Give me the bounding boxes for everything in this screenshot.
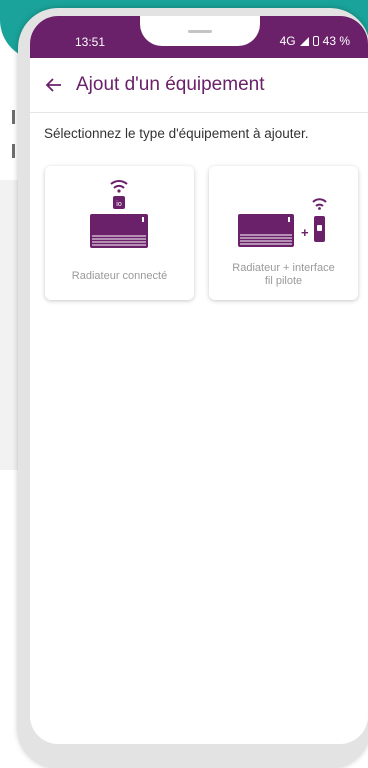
background-bar: [12, 144, 15, 158]
card-label-line: fil pilote: [264, 275, 303, 287]
svg-text:io: io: [116, 201, 122, 208]
back-arrow-svg: [45, 78, 61, 92]
status-bar: 13:51 4G 43 %: [30, 16, 368, 58]
page-title: Ajout d'un équipement: [76, 74, 265, 95]
connected-radiator-icon: io: [90, 180, 148, 248]
card-label-line: Radiateur + interface: [232, 262, 335, 274]
signal-icon: [299, 36, 309, 46]
battery-level: 43 %: [322, 34, 350, 48]
phone-screen: 13:51 4G 43 % Ajout d'un équipement Séle…: [30, 16, 368, 744]
plus-sign: +: [301, 225, 309, 240]
background-bars: [12, 110, 15, 178]
card-label: Radiateur + interface fil pilote: [209, 262, 358, 288]
app-bar: Ajout d'un équipement: [30, 58, 368, 113]
network-type: 4G: [279, 34, 296, 48]
battery-icon: [312, 36, 319, 46]
notch: [140, 16, 260, 46]
status-right: 4G 43 %: [280, 34, 350, 48]
status-time: 13:51: [75, 35, 106, 49]
radiator-pilot-wire-icon: [238, 198, 327, 247]
back-arrow-icon[interactable]: [42, 73, 66, 97]
card-label: Radiateur connecté: [71, 270, 168, 282]
speaker-line: [188, 30, 212, 33]
card-radiator-pilot-wire[interactable]: + Radiateur + interface fil pilote: [209, 166, 358, 300]
background-bar: [12, 110, 15, 124]
instruction-text: Sélectionnez le type d'équipement à ajou…: [44, 126, 309, 141]
card-connected-radiator[interactable]: io Radiateur connecté: [45, 166, 194, 300]
